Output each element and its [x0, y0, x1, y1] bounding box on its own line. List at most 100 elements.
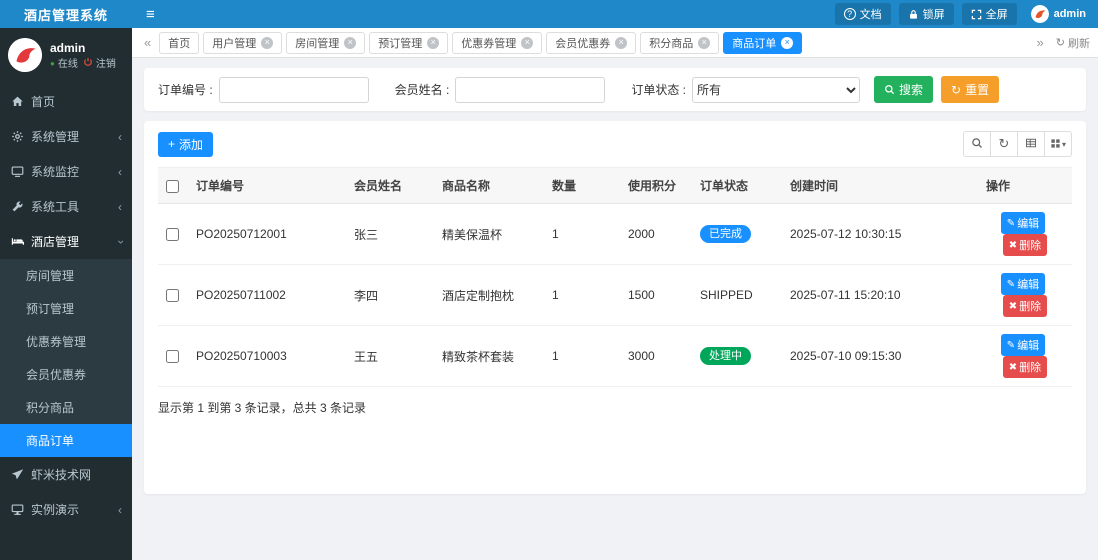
table-columns-dropdown-button[interactable]: ▾ [1044, 131, 1072, 157]
power-icon [83, 57, 93, 72]
docs-button[interactable]: ? 文档 [834, 3, 891, 25]
row-checkbox[interactable] [166, 228, 179, 242]
sidebar-menu: 首页 系统管理 ‹ 系统监控 ‹ 系统工具 ‹ 酒店管理 ‹ 房间管理 预订管理… [0, 84, 132, 527]
user-avatar [1030, 5, 1049, 23]
close-icon[interactable]: × [521, 36, 534, 49]
close-icon[interactable]: × [427, 36, 440, 49]
table-tool-buttons: ↻ ▾ [963, 131, 1072, 157]
lock-label: 锁屏 [922, 9, 945, 21]
pagination-summary: 显示第 1 到第 3 条记录，总共 3 条记录 [158, 401, 367, 415]
sidebar-item-label: 实例演示 [31, 503, 80, 517]
sidebar-item-demo[interactable]: 实例演示 ‹ [0, 492, 132, 527]
header-order-no: 订单编号 [188, 167, 346, 204]
sidebar-item-label: 系统管理 [31, 130, 80, 144]
tab-coupon-management[interactable]: 优惠券管理 × [452, 31, 543, 54]
user-menu[interactable]: admin [1025, 5, 1098, 23]
cell-created: 2025-07-12 10:30:15 [782, 203, 978, 265]
sidebar-item-system-management[interactable]: 系统管理 ‹ [0, 119, 132, 154]
refresh-label: 刷新 [1068, 37, 1090, 50]
refresh-icon: ↻ [998, 136, 1010, 151]
logout-link[interactable]: 注销 [96, 57, 116, 72]
reset-refresh-icon: ↻ [951, 82, 962, 97]
delete-button[interactable]: ✖ 删除 [1002, 356, 1048, 378]
table-refresh-button[interactable]: ↻ [990, 131, 1018, 157]
hotel-submenu: 房间管理 预订管理 优惠券管理 会员优惠券 积分商品 商品订单 [0, 259, 132, 457]
delete-button[interactable]: ✖ 删除 [1002, 234, 1048, 256]
topbar-actions: ? 文档 锁屏 全屏 admin [834, 0, 1098, 28]
cell-actions: ✎ 编辑 ✖ 删除 [978, 203, 1072, 265]
table-row: PO20250711002 李四 酒店定制抱枕 1 1500 SHIPPED 2… [158, 264, 1072, 326]
select-all-checkbox[interactable] [166, 179, 179, 193]
sidebar-item-system-tools[interactable]: 系统工具 ‹ [0, 189, 132, 224]
main-area: « 首页 用户管理 × 房间管理 × 预订管理 × 优惠券管理 × 会员优惠券 [132, 28, 1098, 560]
grid-icon [1050, 137, 1061, 152]
search-button[interactable]: 搜索 [874, 76, 934, 103]
tab-label: 房间管理 [295, 37, 340, 50]
search-button-label: 搜索 [899, 83, 924, 97]
sidebar-subitem-reservation-management[interactable]: 预订管理 [0, 292, 132, 325]
close-icon[interactable]: × [615, 36, 628, 49]
order-status-select[interactable]: 所有 [692, 76, 861, 103]
tab-label: 用户管理 [212, 37, 257, 50]
lock-screen-button[interactable]: 锁屏 [898, 3, 954, 25]
header-actions: 操作 [978, 167, 1072, 204]
reset-button[interactable]: ↻ 重置 [941, 76, 1000, 103]
sidebar-subitem-product-orders[interactable]: 商品订单 [0, 424, 132, 457]
tab-room-management[interactable]: 房间管理 × [286, 31, 366, 54]
tabs-scroll-right-icon[interactable]: » [1033, 35, 1048, 50]
cell-actions: ✎ 编辑 ✖ 删除 [978, 325, 1072, 387]
tab-label: 积分商品 [649, 37, 694, 50]
close-icon[interactable]: × [698, 36, 711, 49]
edit-button[interactable]: ✎ 编辑 [1000, 334, 1046, 356]
cell-created: 2025-07-10 09:15:30 [782, 325, 978, 387]
order-status-label: 订单状态 : [631, 83, 687, 97]
pencil-icon: ✎ [1006, 339, 1016, 351]
username-label: admin [1053, 8, 1086, 20]
tab-reservation-management[interactable]: 预订管理 × [369, 31, 449, 54]
header-product-name: 商品名称 [434, 167, 544, 204]
search-icon [971, 137, 983, 152]
row-checkbox[interactable] [166, 289, 179, 303]
tab-member-coupons[interactable]: 会员优惠券 × [546, 31, 637, 54]
tabs-scroll-left-icon[interactable]: « [140, 35, 155, 50]
close-icon[interactable]: × [344, 36, 357, 49]
tab-user-management[interactable]: 用户管理 × [203, 31, 283, 54]
cell-points: 1500 [620, 264, 692, 326]
table-view-button[interactable] [1017, 131, 1045, 157]
row-checkbox[interactable] [166, 350, 179, 364]
edit-button[interactable]: ✎ 编辑 [1000, 212, 1046, 234]
table-search-toggle-button[interactable] [963, 131, 991, 157]
close-icon[interactable]: × [261, 36, 274, 49]
sidebar-item-xiami-tech[interactable]: 虾米技术网 [0, 457, 132, 492]
sidebar-subitem-coupon-management[interactable]: 优惠券管理 [0, 325, 132, 358]
desktop-icon [10, 503, 24, 516]
add-button[interactable]: + 添加 [158, 131, 214, 157]
close-icon[interactable]: × [781, 36, 794, 49]
sidebar-subitem-member-coupons[interactable]: 会员优惠券 [0, 358, 132, 391]
sidebar-item-hotel-management[interactable]: 酒店管理 ‹ [0, 224, 132, 259]
cell-product-name: 精美保温杯 [434, 203, 544, 265]
order-no-input[interactable] [218, 76, 369, 103]
sidebar-subitem-points-products[interactable]: 积分商品 [0, 391, 132, 424]
chevron-down-icon: ‹ [113, 239, 127, 244]
status-badge: 已完成 [700, 224, 751, 244]
sidebar-subitem-room-management[interactable]: 房间管理 [0, 259, 132, 292]
edit-button[interactable]: ✎ 编辑 [1000, 273, 1046, 295]
sidebar-user-info: admin ● 在线 注销 [50, 39, 116, 72]
sidebar-item-label: 首页 [31, 95, 56, 109]
tab-points-products[interactable]: 积分商品 × [640, 31, 720, 54]
sidebar-item-home[interactable]: 首页 [0, 84, 132, 119]
refresh-tab-button[interactable]: ↻ 刷新 [1056, 35, 1090, 51]
tab-product-orders[interactable]: 商品订单 × [723, 31, 803, 54]
delete-button[interactable]: ✖ 删除 [1002, 295, 1048, 317]
table-panel: + 添加 ↻ ▾ 订单编号 会员姓名 商品名称 数量 使用积分 订单状态 创建时… [144, 121, 1086, 494]
member-name-input[interactable] [455, 76, 606, 103]
status-text: SHIPPED [700, 288, 753, 302]
sidebar-toggle-icon[interactable]: ≡ [132, 6, 169, 23]
edit-label: 编辑 [1017, 279, 1040, 291]
fullscreen-button[interactable]: 全屏 [961, 3, 1017, 25]
tab-home[interactable]: 首页 [159, 31, 200, 54]
sidebar-item-system-monitor[interactable]: 系统监控 ‹ [0, 154, 132, 189]
sidebar-avatar [8, 38, 42, 72]
edit-label: 编辑 [1017, 218, 1040, 230]
